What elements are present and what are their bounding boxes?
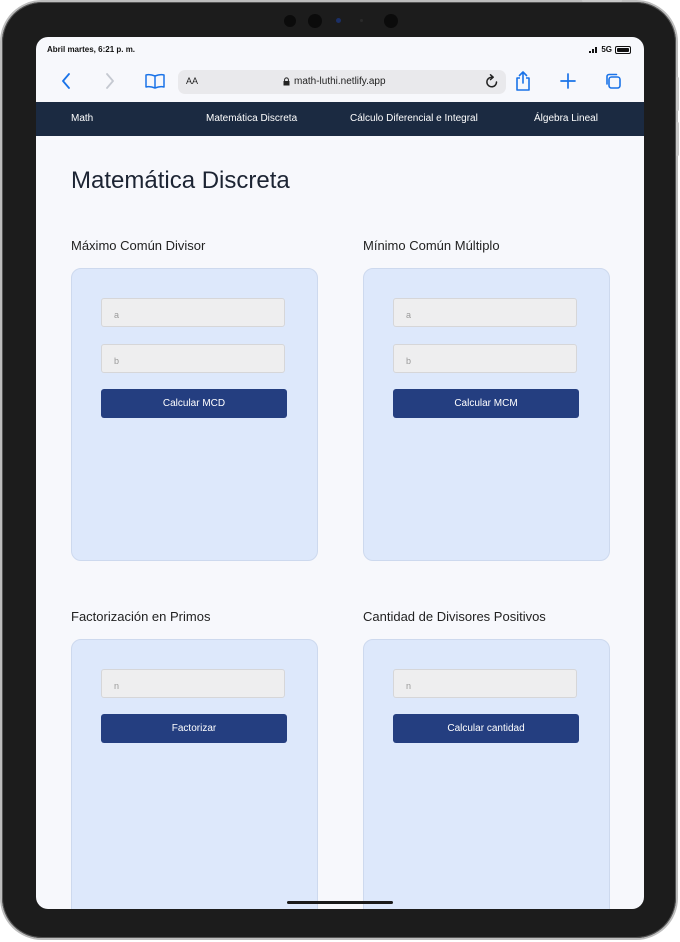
url-text: math-luthi.netlify.app [294, 76, 386, 87]
calcular-mcd-button[interactable]: Calcular MCD [101, 389, 287, 418]
input-n[interactable]: n [101, 669, 285, 698]
nav-link-calculo[interactable]: Cálculo Diferencial e Integral [350, 113, 478, 124]
back-icon[interactable] [58, 69, 74, 93]
share-icon[interactable] [514, 69, 532, 93]
input-a[interactable]: a [393, 298, 577, 327]
card-mcm: a b Calcular MCM [363, 268, 610, 561]
home-indicator[interactable] [287, 901, 393, 904]
calcular-cantidad-button[interactable]: Calcular cantidad [393, 714, 579, 743]
card-divisores: n Calcular cantidad [363, 639, 610, 909]
status-bar: Abril martes, 6:21 p. m. 5G [36, 37, 644, 61]
forward-icon[interactable] [102, 69, 118, 93]
new-tab-icon[interactable] [559, 69, 577, 93]
address-bar[interactable]: AA math-luthi.netlify.app [178, 70, 506, 94]
nav-link-discreta[interactable]: Matemática Discreta [206, 113, 297, 124]
section-title-mcd: Máximo Común Divisor [71, 238, 206, 253]
network-label: 5G [601, 45, 612, 54]
status-time: Abril martes, 6:21 p. m. [47, 45, 136, 54]
page-title: Matemática Discreta [71, 167, 290, 194]
input-n[interactable]: n [393, 669, 577, 698]
bookmarks-icon[interactable] [144, 69, 166, 93]
tablet-frame: Abril martes, 6:21 p. m. 5G AA math-luth… [2, 0, 679, 938]
section-title-divisores: Cantidad de Divisores Positivos [363, 609, 546, 624]
signal-icon [589, 46, 598, 53]
nav-brand[interactable]: Math [71, 113, 93, 124]
card-mcd: a b Calcular MCD [71, 268, 318, 561]
screen: Abril martes, 6:21 p. m. 5G AA math-luth… [36, 37, 644, 909]
lock-icon [283, 77, 290, 86]
reload-icon[interactable] [484, 73, 500, 94]
factorizar-button[interactable]: Factorizar [101, 714, 287, 743]
input-b[interactable]: b [393, 344, 577, 373]
site-navbar: Math Matemática Discreta Cálculo Diferen… [36, 102, 644, 136]
camera-cluster [284, 12, 404, 30]
card-factorizacion: n Factorizar [71, 639, 318, 909]
text-size-button[interactable]: AA [186, 76, 198, 86]
nav-link-algebra[interactable]: Álgebra Lineal [534, 113, 598, 124]
volume-down-button [676, 122, 679, 156]
section-title-factorizacion: Factorización en Primos [71, 609, 211, 624]
volume-up-button [676, 77, 679, 111]
status-indicators: 5G [589, 45, 631, 54]
browser-toolbar: AA math-luthi.netlify.app [36, 61, 644, 103]
url-display: math-luthi.netlify.app [283, 76, 386, 87]
input-b[interactable]: b [101, 344, 285, 373]
top-button [582, 0, 622, 2]
battery-icon [615, 45, 631, 54]
section-title-mcm: Mínimo Común Múltiplo [363, 238, 500, 253]
input-a[interactable]: a [101, 298, 285, 327]
calcular-mcm-button[interactable]: Calcular MCM [393, 389, 579, 418]
tabs-icon[interactable] [604, 69, 622, 93]
